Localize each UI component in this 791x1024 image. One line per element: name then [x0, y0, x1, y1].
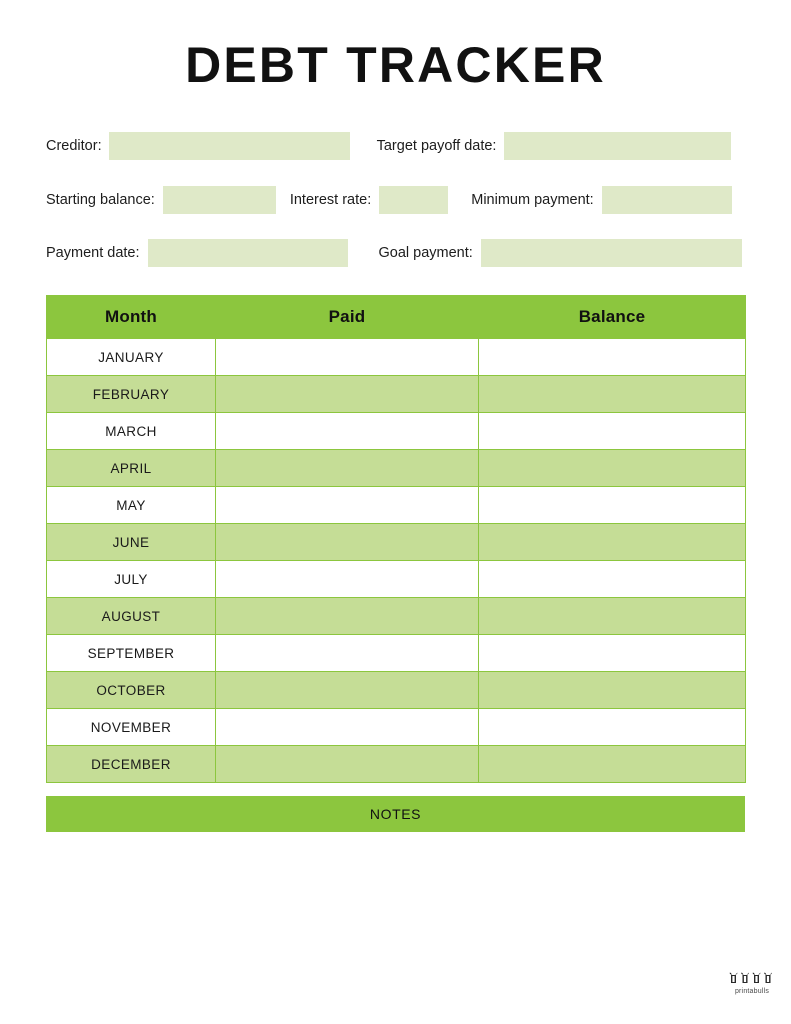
balance-cell[interactable] [478, 745, 746, 783]
payment-date-input[interactable] [147, 239, 348, 267]
interest-rate-label: Interest rate: [289, 191, 372, 208]
notes-label: NOTES [369, 806, 422, 822]
month-cell: MAY [46, 486, 216, 524]
brand-logo: printabulls [726, 972, 778, 995]
month-cell: AUGUST [46, 597, 216, 635]
paid-cell[interactable] [215, 338, 479, 376]
table-row: SEPTEMBER [46, 634, 746, 672]
table-row: JULY [46, 560, 746, 598]
paid-cell[interactable] [215, 375, 479, 413]
paid-cell[interactable] [215, 523, 479, 561]
month-cell: SEPTEMBER [46, 634, 216, 672]
month-cell: FEBRUARY [46, 375, 216, 413]
paid-cell[interactable] [215, 708, 479, 746]
balance-cell[interactable] [478, 560, 746, 598]
payment-date-label: Payment date: [46, 244, 140, 261]
month-cell: JANUARY [46, 338, 216, 376]
goal-payment-input[interactable] [480, 239, 742, 267]
balance-cell[interactable] [478, 412, 746, 450]
creditor-input[interactable] [108, 132, 350, 160]
table-row: MARCH [46, 412, 746, 450]
target-payoff-date-label: Target payoff date: [376, 137, 497, 154]
paid-cell[interactable] [215, 486, 479, 524]
balance-cell[interactable] [478, 671, 746, 709]
brand-logo-caption: printabulls [734, 988, 770, 995]
starting-balance-input[interactable] [162, 186, 276, 214]
table-header-row: Month Paid Balance [46, 295, 746, 339]
form-row-creditor: Creditor: Target payoff date: [46, 131, 745, 161]
minimum-payment-input[interactable] [601, 186, 732, 214]
paid-cell[interactable] [215, 634, 479, 672]
interest-rate-input[interactable] [379, 186, 449, 214]
table-row: JUNE [46, 523, 746, 561]
paid-cell[interactable] [215, 597, 479, 635]
month-cell: OCTOBER [46, 671, 216, 709]
table-row: AUGUST [46, 597, 746, 635]
month-cell: MARCH [46, 412, 216, 450]
paid-cell[interactable] [215, 560, 479, 598]
form-row-balance: Starting balance: Interest rate: Minimum… [46, 185, 745, 215]
paid-cell[interactable] [215, 671, 479, 709]
balance-cell[interactable] [478, 523, 746, 561]
balance-cell[interactable] [478, 486, 746, 524]
table-row: APRIL [46, 449, 746, 487]
paid-cell[interactable] [215, 449, 479, 487]
month-cell: DECEMBER [46, 745, 216, 783]
table-row: NOVEMBER [46, 708, 746, 746]
balance-cell[interactable] [478, 597, 746, 635]
paid-cell[interactable] [215, 412, 479, 450]
page-title: DEBT TRACKER [185, 37, 606, 93]
month-cell: APRIL [46, 449, 216, 487]
target-payoff-date-input[interactable] [504, 132, 732, 160]
month-cell: NOVEMBER [46, 708, 216, 746]
minimum-payment-label: Minimum payment: [471, 191, 594, 208]
debt-tracker-table: Month Paid Balance JANUARY FEBRUARY MARCH A… [46, 295, 746, 783]
balance-cell[interactable] [478, 338, 746, 376]
goal-payment-label: Goal payment: [378, 244, 473, 261]
table-row: MAY [46, 486, 746, 524]
month-cell: JULY [46, 560, 216, 598]
column-header-month: Month [46, 295, 216, 339]
balance-cell[interactable] [478, 708, 746, 746]
debt-tracker-page: DEBT TRACKER Creditor: Target payoff dat… [0, 0, 791, 1024]
notes-section-header: NOTES [46, 796, 745, 832]
bulls-icon [729, 972, 775, 987]
month-cell: JUNE [46, 523, 216, 561]
table-row: DECEMBER [46, 745, 746, 783]
table-row: FEBRUARY [46, 375, 746, 413]
balance-cell[interactable] [478, 375, 746, 413]
table-row: OCTOBER [46, 671, 746, 709]
paid-cell[interactable] [215, 745, 479, 783]
table-row: JANUARY [46, 338, 746, 376]
form-row-payment: Payment date: Goal payment: [46, 238, 745, 268]
balance-cell[interactable] [478, 634, 746, 672]
creditor-label: Creditor: [46, 137, 102, 154]
column-header-paid: Paid [215, 295, 479, 339]
balance-cell[interactable] [478, 449, 746, 487]
column-header-balance: Balance [478, 295, 746, 339]
starting-balance-label: Starting balance: [46, 191, 155, 208]
